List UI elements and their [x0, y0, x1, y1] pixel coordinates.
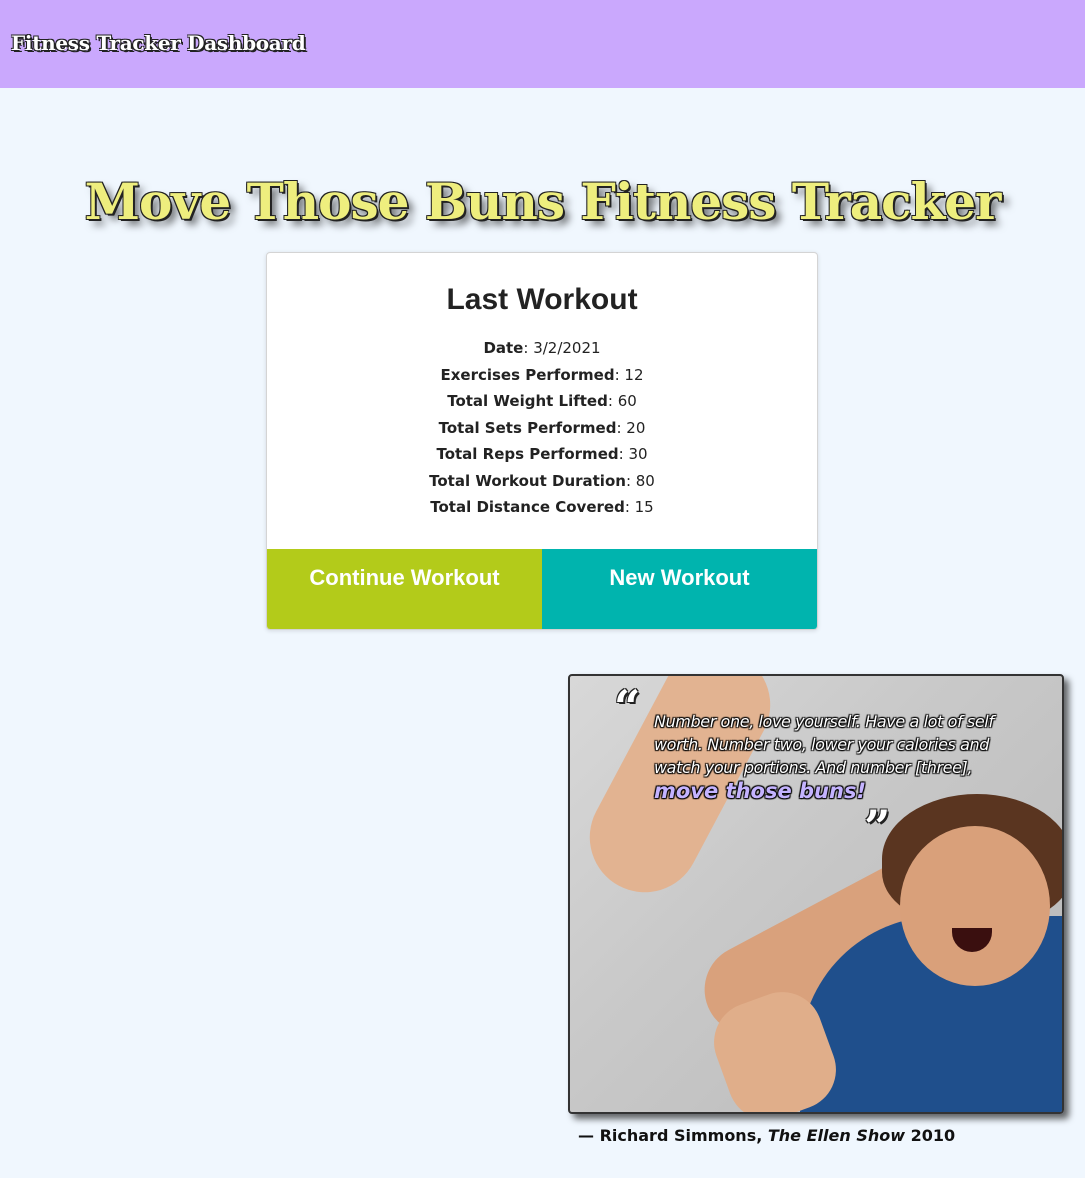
stat-value: 80: [635, 471, 655, 490]
card-heading: Last Workout: [446, 283, 638, 316]
stat-value: 30: [628, 445, 648, 463]
navbar: Fitness Tracker Dashboard: [0, 0, 1085, 88]
close-quote-icon: ”: [864, 800, 891, 854]
open-quote-icon: “: [614, 680, 641, 734]
quote-emphasis: move those buns!: [654, 779, 867, 803]
stat-label: Total Workout Duration: [429, 471, 626, 490]
page-title: Move Those Buns Fitness Tracker: [84, 172, 1002, 231]
attribution-source: The Ellen Show: [767, 1126, 905, 1145]
stat-exercises: Exercises Performed: 12: [440, 365, 644, 384]
stat-label: Total Sets Performed: [438, 418, 617, 437]
stat-label: Total Distance Covered: [430, 498, 625, 516]
stat-value: 60: [617, 392, 637, 410]
quote-attribution: — Richard Simmons, The Ellen Show 2010: [578, 1126, 955, 1145]
stat-label: Total Reps Performed: [436, 445, 619, 463]
brand-link[interactable]: Fitness Tracker Dashboard: [11, 31, 306, 55]
stat-label: Exercises Performed: [440, 365, 615, 384]
workout-actions: Continue Workout New Workout: [267, 549, 817, 629]
stat-label: Total Weight Lifted: [447, 392, 608, 410]
attribution-author: — Richard Simmons,: [578, 1126, 763, 1145]
quote-image: “ Number one, love yourself. Have a lot …: [568, 674, 1064, 1114]
stat-duration: Total Workout Duration: 80: [429, 471, 655, 490]
quote-text: Number one, love yourself. Have a lot of…: [654, 710, 1004, 803]
quote-body: Number one, love yourself. Have a lot of…: [654, 712, 994, 777]
continue-workout-button[interactable]: Continue Workout: [267, 549, 542, 629]
stat-value: 3/2/2021: [533, 339, 601, 357]
last-workout-card: Last Workout Date: 3/2/2021 Exercises Pe…: [266, 252, 818, 630]
stat-value: 15: [634, 498, 654, 516]
attribution-year: 2010: [910, 1126, 956, 1145]
workout-stats: Date: 3/2/2021 Exercises Performed: 12 T…: [267, 335, 817, 521]
stat-reps: Total Reps Performed: 30: [436, 445, 648, 463]
stat-weight: Total Weight Lifted: 60: [447, 392, 637, 410]
photo-face: [900, 826, 1050, 986]
stat-sets: Total Sets Performed: 20: [438, 418, 646, 437]
stat-date: Date: 3/2/2021: [483, 339, 601, 357]
stat-distance: Total Distance Covered: 15: [430, 498, 654, 516]
stat-value: 20: [626, 418, 646, 437]
stat-value: 12: [624, 365, 644, 384]
new-workout-button[interactable]: New Workout: [542, 549, 817, 629]
stat-label: Date: [483, 339, 524, 357]
